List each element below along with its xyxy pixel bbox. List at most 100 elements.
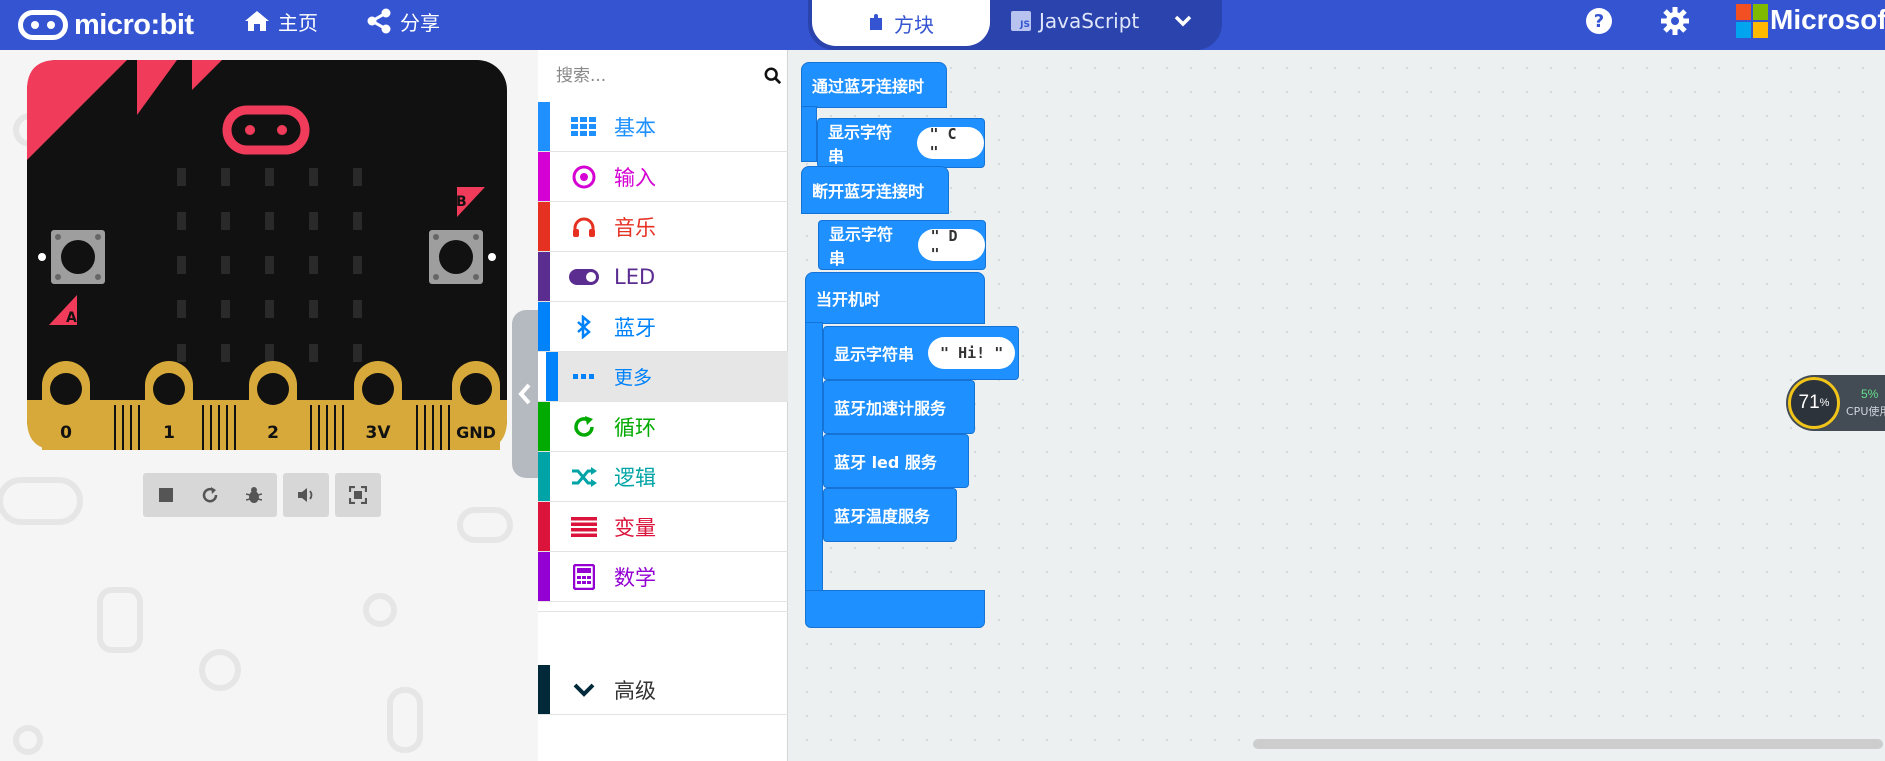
share-button[interactable]: 分享	[366, 0, 440, 42]
category-loops-label: 循环	[614, 415, 656, 440]
temp-service-label: 蓝牙温度服务	[834, 507, 931, 526]
bluetooth-led-service-block[interactable]: 蓝牙 led 服务	[823, 434, 969, 488]
help-icon: ?	[1586, 8, 1612, 34]
tab-javascript[interactable]: JS JavaScript	[1011, 0, 1139, 42]
fullscreen-icon	[349, 486, 367, 504]
category-variables-label: 变量	[614, 515, 656, 540]
js-badge-icon: JS	[1011, 11, 1031, 31]
button-b-label: B	[456, 194, 467, 210]
string-field-hi[interactable]: " Hi! "	[928, 337, 1016, 369]
microbit-logo[interactable]: micro:bit	[18, 6, 194, 44]
button-b[interactable]	[429, 230, 483, 284]
category-more[interactable]: 更多	[538, 352, 788, 402]
more-icon	[573, 373, 594, 379]
target-icon	[572, 165, 596, 188]
logo-text: micro:bit	[74, 8, 194, 41]
category-music-label: 音乐	[614, 215, 656, 240]
category-bluetooth[interactable]: 蓝牙	[538, 302, 788, 352]
category-input[interactable]: 输入	[538, 152, 788, 202]
category-variables[interactable]: 变量	[538, 502, 788, 552]
language-dropdown-button[interactable]	[1168, 8, 1198, 34]
category-logic-label: 逻辑	[614, 465, 656, 490]
string-field-c[interactable]: " C "	[917, 125, 984, 161]
share-icon	[367, 8, 391, 34]
cpu-small-value: 5%	[1861, 387, 1879, 401]
show-string-label-2: 显示字符串	[829, 225, 894, 268]
category-math-label: 数学	[614, 565, 656, 590]
collapse-simulator-button[interactable]	[512, 310, 538, 478]
category-basic[interactable]: 基本	[538, 102, 788, 152]
category-math[interactable]: 数学	[538, 552, 788, 602]
chevron-left-icon	[518, 383, 531, 405]
stop-button[interactable]	[155, 484, 177, 506]
restart-button[interactable]	[199, 484, 221, 506]
gear-icon	[1661, 7, 1689, 35]
bug-icon	[246, 487, 262, 503]
home-icon	[245, 11, 269, 31]
on-start-block-footer	[805, 590, 985, 628]
on-start-block[interactable]: 当开机时	[805, 272, 985, 324]
on-bluetooth-disconnected-block[interactable]: 断开蓝牙连接时	[801, 166, 949, 214]
show-string-block-2[interactable]: 显示字符串 " D "	[818, 220, 986, 270]
lines-icon	[571, 516, 597, 537]
led-service-label: 蓝牙 led 服务	[834, 453, 937, 472]
category-logic[interactable]: 逻辑	[538, 452, 788, 502]
shuffle-icon	[572, 466, 597, 487]
cpu-usage-ring: 71%	[1788, 377, 1840, 429]
show-string-label-1: 显示字符串	[828, 123, 893, 166]
search-icon[interactable]	[764, 66, 782, 86]
top-bar: micro:bit 主页 分享 方块 JS JavaScript ? Micro…	[0, 0, 1885, 50]
show-string-label-3: 显示字符串	[834, 345, 915, 364]
button-a[interactable]	[51, 230, 105, 284]
settings-button[interactable]	[1660, 6, 1690, 40]
category-bluetooth-label: 蓝牙	[614, 315, 656, 340]
category-music[interactable]: 音乐	[538, 202, 788, 252]
category-advanced-label: 高级	[614, 678, 656, 703]
cpu-usage-unit: %	[1819, 397, 1830, 409]
calculator-icon	[573, 563, 595, 590]
puzzle-icon	[870, 14, 882, 30]
blocks-workspace[interactable]: 通过蓝牙连接时 显示字符串 " C " 断开蓝牙连接时 显示字符串 " D " …	[789, 50, 1885, 761]
button-a-label: A	[66, 310, 77, 326]
debug-button[interactable]	[243, 484, 265, 506]
grid-icon	[571, 116, 596, 136]
category-advanced[interactable]: 高级	[538, 665, 788, 715]
on-start-label: 当开机时	[816, 290, 881, 309]
category-loops[interactable]: 循环	[538, 402, 788, 452]
on-bluetooth-connected-block[interactable]: 通过蓝牙连接时	[801, 62, 947, 108]
headphones-icon	[573, 217, 595, 237]
share-label: 分享	[400, 10, 440, 35]
editor-tab-group: 方块 JS JavaScript	[808, 0, 1222, 50]
show-string-block-1[interactable]: 显示字符串 " C "	[817, 118, 985, 168]
cpu-usage-value: 71	[1798, 392, 1820, 413]
stop-icon	[159, 488, 173, 502]
microbit-board: A B 0 1 2 3V GND	[27, 60, 507, 450]
string-field-d[interactable]: " D "	[918, 227, 985, 263]
category-input-label: 输入	[614, 165, 656, 190]
search-input[interactable]	[556, 61, 746, 91]
mute-button[interactable]	[283, 473, 329, 517]
sim-button-group	[143, 473, 277, 517]
horizontal-scrollbar[interactable]	[1253, 739, 1883, 749]
home-button[interactable]: 主页	[244, 0, 318, 42]
tab-blocks[interactable]: 方块	[812, 0, 990, 46]
toolbox: 基本 输入 音乐 LED 蓝牙 更多 循环 逻辑 变量	[538, 50, 788, 761]
bluetooth-temperature-service-block[interactable]: 蓝牙温度服务	[823, 488, 957, 542]
simulator-panel: A B 0 1 2 3V GND	[0, 50, 538, 761]
chevron-down-icon	[573, 683, 595, 697]
volume-icon	[298, 488, 313, 502]
accel-service-label: 蓝牙加速计服务	[834, 399, 947, 418]
category-led-label: LED	[614, 264, 656, 289]
fullscreen-button[interactable]	[335, 473, 381, 517]
pin-2-label: 2	[267, 423, 279, 443]
tab-blocks-label: 方块	[894, 12, 934, 37]
category-led[interactable]: LED	[538, 252, 788, 302]
on-disconnect-label: 断开蓝牙连接时	[812, 182, 925, 201]
show-string-block-3[interactable]: 显示字符串 " Hi! "	[823, 326, 1019, 380]
svg-text:?: ?	[1594, 11, 1604, 32]
bluetooth-accelerometer-service-block[interactable]: 蓝牙加速计服务	[823, 380, 975, 434]
microsoft-logo-icon[interactable]	[1736, 4, 1768, 42]
pin-1-label: 1	[163, 423, 175, 443]
help-button[interactable]: ?	[1584, 6, 1614, 40]
tab-javascript-label: JavaScript	[1039, 9, 1140, 33]
